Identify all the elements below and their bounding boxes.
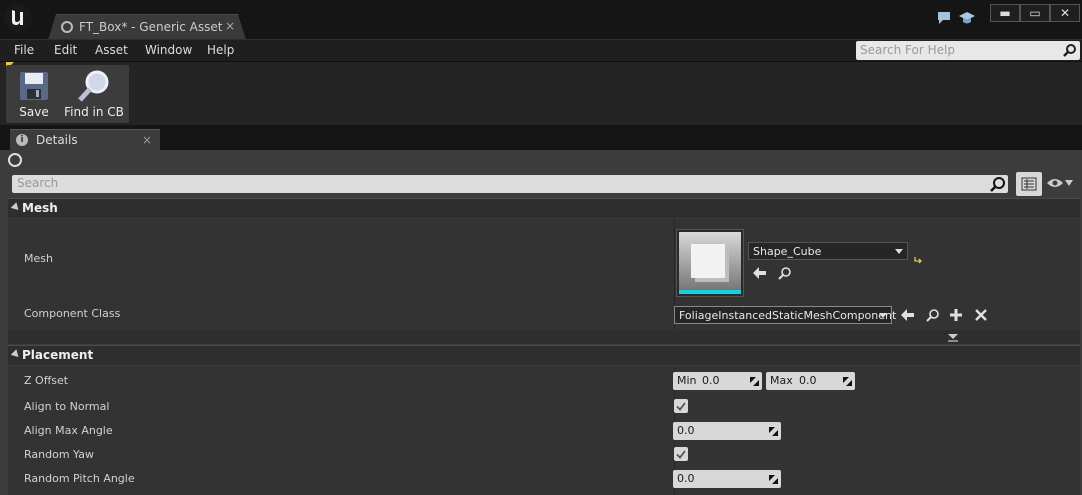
help-search-placeholder: Search For Help [860, 43, 955, 57]
random-pitch-angle-label: Random Pitch Angle [24, 472, 135, 485]
property-matrix-button[interactable] [1016, 172, 1042, 196]
asset-type-color-bar [679, 290, 741, 294]
category-mesh-label: Mesh [22, 201, 58, 215]
close-button[interactable]: ✕ [1050, 4, 1080, 22]
toolbar-group: Save Find in CB [6, 65, 129, 123]
info-icon: i [16, 134, 28, 146]
z-offset-max-label: Max [770, 374, 793, 387]
z-offset-max-input[interactable]: Max 0.0 [766, 372, 855, 390]
details-tab-label: Details [36, 133, 78, 147]
z-offset-label: Z Offset [24, 374, 69, 387]
toolbar: Save Find in CB [0, 61, 1082, 125]
random-pitch-angle-input[interactable]: 0.0 [673, 470, 781, 488]
find-in-cb-label: Find in CB [64, 105, 124, 119]
menu-help[interactable]: Help [207, 43, 234, 57]
drag-handle-icon [750, 376, 759, 389]
asset-tab-label: FT_Box* - Generic Asset Ed [79, 20, 223, 34]
reset-to-default-icon[interactable] [910, 252, 926, 268]
chevron-down-icon [1065, 180, 1073, 186]
collapse-arrow-icon [10, 349, 22, 360]
mesh-asset-value: Shape_Cube [753, 245, 822, 258]
maximize-button[interactable]: ▭ [1020, 4, 1050, 22]
category-placement[interactable]: Placement [8, 345, 1080, 365]
save-label: Save [19, 105, 49, 119]
align-to-normal-checkbox[interactable] [674, 399, 688, 413]
save-button[interactable]: Save [10, 65, 58, 123]
mesh-preview-image [679, 232, 741, 290]
title-bar: FT_Box* - Generic Asset Ed × ▬ ▭ ✕ [0, 0, 1082, 40]
list-view-icon [1021, 177, 1037, 191]
random-yaw-label: Random Yaw [24, 448, 94, 461]
mesh-thumbnail[interactable] [676, 229, 744, 297]
view-options-button[interactable] [1046, 177, 1073, 189]
z-offset-max-value: 0.0 [799, 374, 817, 387]
details-search-placeholder: Search [17, 176, 59, 190]
x-icon[interactable] [973, 307, 989, 323]
search-icon[interactable] [990, 176, 1006, 195]
plus-icon[interactable] [948, 307, 964, 323]
chevron-down-icon [895, 249, 903, 254]
align-max-angle-label: Align Max Angle [24, 424, 113, 437]
advanced-expander[interactable] [8, 330, 1080, 344]
use-selected-class-arrow-left-icon[interactable] [900, 307, 916, 323]
menu-asset[interactable]: Asset [95, 43, 128, 57]
tab-close-icon[interactable]: × [225, 19, 235, 33]
collapse-arrow-icon [10, 202, 22, 213]
details-search-input[interactable]: Search [12, 175, 1008, 193]
z-offset-min-label: Min [677, 374, 697, 387]
use-selected-arrow-left-icon[interactable] [752, 265, 768, 281]
random-yaw-checkbox[interactable] [674, 447, 688, 461]
asset-type-icon [61, 21, 73, 33]
drag-handle-icon [769, 426, 778, 439]
expand-advanced-icon [948, 334, 958, 342]
lock-icon[interactable] [8, 153, 22, 167]
category-mesh[interactable]: Mesh [8, 198, 1080, 218]
browse-class-icon[interactable] [925, 307, 941, 323]
drag-handle-icon [843, 376, 852, 389]
find-in-content-browser-icon [77, 69, 111, 103]
checkmark-icon [676, 401, 686, 411]
align-to-normal-label: Align to Normal [24, 400, 110, 413]
help-search-input[interactable]: Search For Help [856, 41, 1080, 60]
feedback-icon[interactable] [936, 10, 952, 29]
mesh-asset-combo[interactable]: Shape_Cube [748, 242, 908, 260]
category-placement-label: Placement [22, 348, 94, 362]
mesh-rows: Mesh Component Class [8, 219, 1080, 330]
component-class-value: FoliageInstancedStaticMeshComponent [679, 309, 897, 322]
unreal-logo-icon[interactable] [4, 4, 32, 32]
chevron-down-icon [879, 313, 887, 318]
minimize-button[interactable]: ▬ [990, 4, 1020, 22]
menu-window[interactable]: Window [145, 43, 192, 57]
save-icon [18, 69, 50, 103]
menu-file[interactable]: File [14, 43, 34, 57]
eye-icon [1047, 179, 1063, 187]
z-offset-min-value: 0.0 [702, 374, 720, 387]
align-max-angle-input[interactable]: 0.0 [673, 422, 781, 440]
random-pitch-angle-value: 0.0 [677, 472, 695, 485]
drag-handle-icon [769, 474, 778, 487]
details-tab-strip: i Details × [0, 125, 1082, 150]
cube-preview [691, 244, 725, 278]
component-class-label: Component Class [24, 307, 121, 320]
asset-editor-tab[interactable]: FT_Box* - Generic Asset Ed × [48, 14, 246, 40]
z-offset-min-input[interactable]: Min 0.0 [673, 372, 762, 390]
tab-details[interactable]: i Details × [10, 129, 160, 150]
component-class-combo[interactable]: FoliageInstancedStaticMeshComponent [674, 306, 896, 324]
menu-edit[interactable]: Edit [54, 43, 77, 57]
details-tab-close-icon[interactable]: × [142, 133, 152, 147]
menu-bar: File Edit Asset Window Help Search For H… [0, 39, 1082, 61]
align-max-angle-value: 0.0 [677, 424, 695, 437]
mesh-property-label: Mesh [24, 252, 53, 265]
search-icon[interactable] [1063, 43, 1077, 60]
tutorial-icon[interactable] [958, 10, 976, 29]
find-in-cb-button[interactable]: Find in CB [62, 65, 126, 123]
checkmark-icon [676, 449, 686, 459]
placement-rows: Z Offset Align to Normal Align Max Angle… [8, 366, 1080, 495]
browse-icon[interactable] [777, 265, 793, 281]
